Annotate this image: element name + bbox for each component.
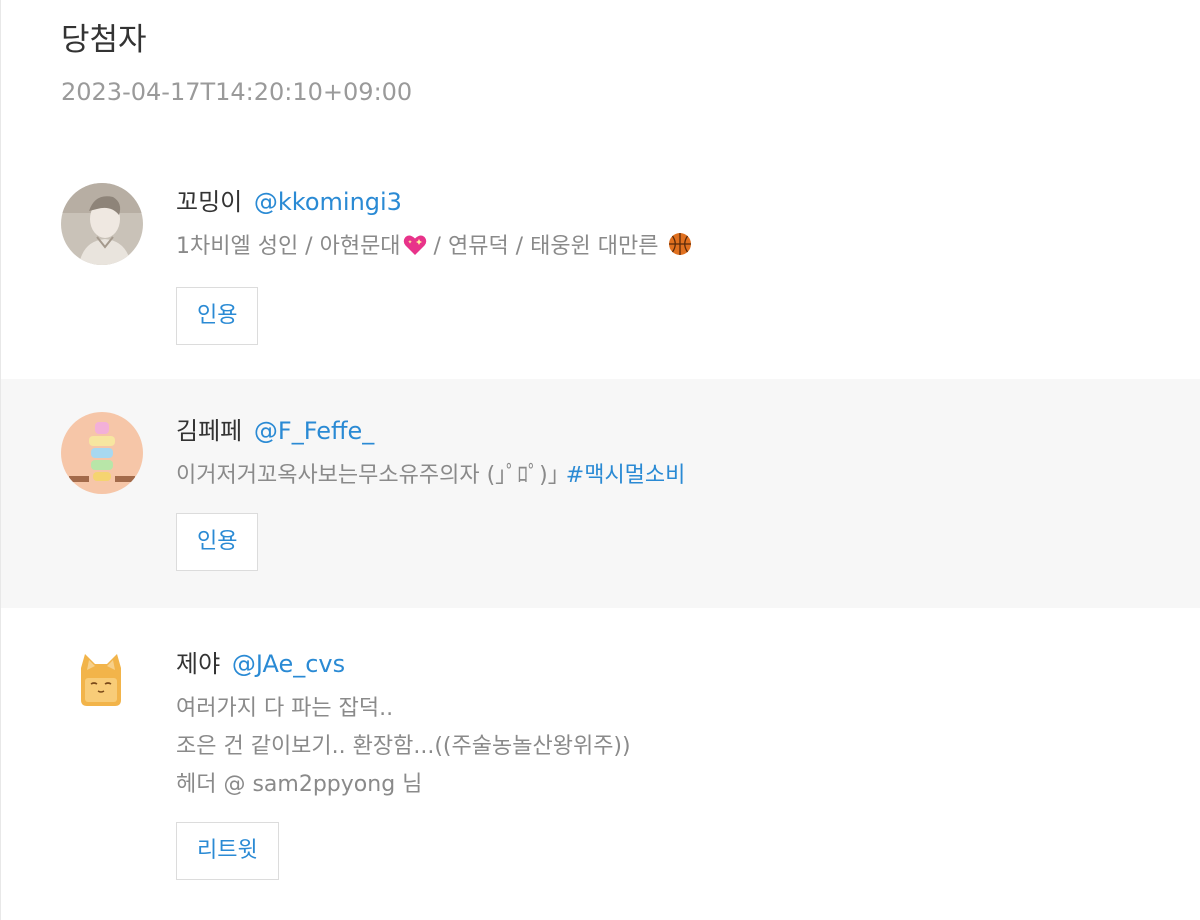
user-handle-link[interactable]: @JAe_cvs bbox=[232, 650, 345, 678]
winner-item: 꼬밍이 @kkomingi3 1차비엘 성인 / 아현문대 / 연뮤덕 / 태웅… bbox=[1, 150, 1200, 379]
user-name-line: 김페페 @F_Feffe_ bbox=[176, 415, 1171, 447]
bio-line: 조은 건 같이보기.. 환장함...((주술농놀산왕위주)) bbox=[176, 734, 631, 759]
winners-page: 당첨자 2023-04-17T14:20:10+09:00 꼬밍이 @kkomi… bbox=[0, 0, 1200, 920]
winner-item: 김페페 @F_Feffe_ 이거저거꼬옥사보는무소유주의자 (｣ﾟﾛﾟ)｣ #맥… bbox=[1, 379, 1200, 608]
page-title: 당첨자 bbox=[61, 22, 147, 58]
page-timestamp: 2023-04-17T14:20:10+09:00 bbox=[61, 78, 413, 106]
user-bio: 여러가지 다 파는 잡덕.. 조은 건 같이보기.. 환장함...((주술농놀산… bbox=[176, 690, 1171, 804]
user-handle-link[interactable]: @kkomingi3 bbox=[254, 188, 402, 216]
user-handle-link[interactable]: @F_Feffe_ bbox=[254, 417, 374, 445]
basketball-icon bbox=[668, 231, 692, 269]
quote-button[interactable]: 인용 bbox=[176, 513, 259, 571]
bio-line: 헤더 @ sam2ppyong 님 bbox=[176, 772, 423, 797]
sparkling-heart-icon bbox=[403, 231, 427, 269]
user-bio: 이거저거꼬옥사보는무소유주의자 (｣ﾟﾛﾟ)｣ #맥시멀소비 bbox=[176, 457, 1171, 495]
bio-line: 여러가지 다 파는 잡덕.. bbox=[176, 696, 394, 721]
bio-line: 1차비엘 성인 / 아현문대 / 연뮤덕 / 태웅윈 대만른 bbox=[176, 228, 1171, 269]
user-bio: 1차비엘 성인 / 아현문대 / 연뮤덕 / 태웅윈 대만른 bbox=[176, 228, 1171, 269]
user-name-line: 꼬밍이 @kkomingi3 bbox=[176, 186, 1171, 218]
display-name: 꼬밍이 bbox=[176, 188, 243, 216]
bio-text: 이거저거꼬옥사보는무소유주의자 (｣ﾟﾛﾟ)｣ bbox=[176, 463, 566, 488]
display-name: 김페페 bbox=[176, 417, 243, 445]
winner-item: 제야 @JAe_cvs 여러가지 다 파는 잡덕.. 조은 건 같이보기.. 환… bbox=[1, 608, 1200, 920]
display-name: 제야 bbox=[176, 650, 221, 678]
avatar[interactable] bbox=[61, 412, 143, 494]
bio-text: 1차비엘 성인 / 아현문대 bbox=[176, 234, 401, 259]
bio-line: 이거저거꼬옥사보는무소유주의자 (｣ﾟﾛﾟ)｣ #맥시멀소비 bbox=[176, 457, 1171, 495]
bio-text-2: / 연뮤덕 / 태웅윈 대만른 bbox=[426, 234, 666, 259]
avatar[interactable] bbox=[69, 648, 133, 712]
quote-button[interactable]: 인용 bbox=[176, 287, 259, 345]
user-name-line: 제야 @JAe_cvs bbox=[176, 648, 1171, 680]
hashtag-link[interactable]: #맥시멀소비 bbox=[566, 463, 686, 488]
retweet-button[interactable]: 리트윗 bbox=[176, 822, 279, 880]
avatar[interactable] bbox=[61, 183, 143, 265]
